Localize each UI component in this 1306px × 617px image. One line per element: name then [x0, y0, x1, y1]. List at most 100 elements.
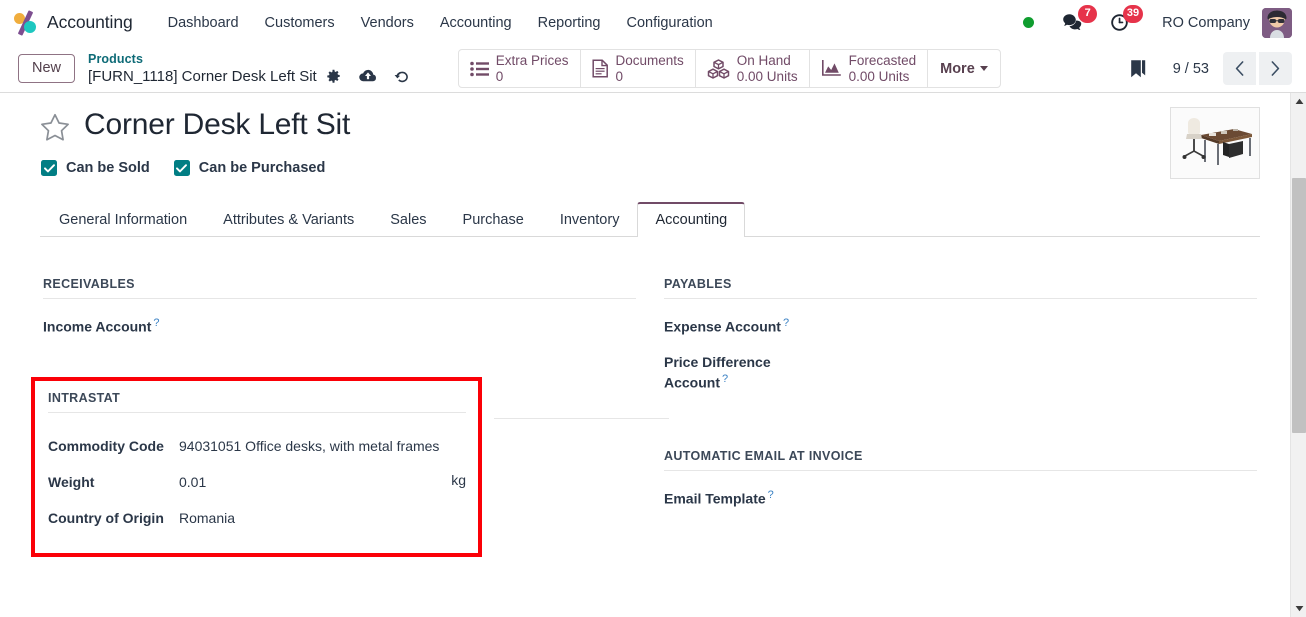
stat-value: 0 [615, 68, 624, 84]
field-value[interactable] [173, 315, 636, 334]
page-title[interactable]: Corner Desk Left Sit [84, 107, 350, 143]
bookmark-icon[interactable] [1129, 59, 1147, 79]
star-outline-icon[interactable] [40, 113, 70, 147]
checkbox-label: Can be Sold [66, 160, 150, 176]
form-column-right: PAYABLES Expense Account? Price Differen… [664, 277, 1257, 587]
undo-icon[interactable] [394, 69, 410, 84]
field-label-text: Expense Account [664, 318, 781, 335]
vertical-scrollbar[interactable] [1290, 93, 1306, 617]
form-sheet: Corner Desk Left Sit Can be Sold Can be … [0, 93, 1306, 617]
new-record-button[interactable]: New [18, 53, 76, 84]
checkbox-label: Can be Purchased [198, 160, 326, 176]
menu-item-accounting[interactable]: Accounting [427, 9, 525, 37]
help-tooltip-icon[interactable]: ? [768, 489, 774, 501]
pager-buttons [1223, 52, 1292, 85]
product-image[interactable] [1170, 107, 1260, 179]
menu-item-configuration[interactable]: Configuration [613, 9, 725, 37]
tab-purchase[interactable]: Purchase [445, 202, 542, 237]
field-value[interactable] [794, 351, 1257, 370]
navbar-right-actions: 7 39 RO Company [1023, 4, 1292, 40]
field-label: Weight [48, 474, 95, 490]
form-sheet-container: Corner Desk Left Sit Can be Sold Can be … [0, 93, 1306, 617]
group-title: RECEIVABLES [43, 277, 636, 299]
pager-previous-button[interactable] [1223, 52, 1256, 85]
pager-next-button[interactable] [1259, 52, 1292, 85]
corner-desk-product-photo [1171, 108, 1259, 178]
gear-icon[interactable] [326, 69, 341, 84]
menu-item-reporting[interactable]: Reporting [525, 9, 614, 37]
control-panel-right: 9 / 53 [1129, 52, 1292, 85]
field-label-text: Email Template [664, 490, 766, 507]
menu-item-vendors[interactable]: Vendors [348, 9, 427, 37]
field-label: Income Account? [43, 315, 173, 337]
field-income-account: Income Account? [43, 311, 636, 347]
avatar[interactable] [1262, 7, 1292, 38]
checked-box-icon [173, 160, 190, 176]
cloud-upload-icon[interactable] [358, 69, 377, 83]
stat-value: 0.00 Units [736, 68, 798, 84]
checkbox-can-be-purchased[interactable]: Can be Purchased [173, 160, 326, 176]
pager-count[interactable]: 9 / 53 [1173, 61, 1209, 77]
stat-button-documents[interactable]: Documents 0 [581, 50, 696, 87]
tab-sales[interactable]: Sales [372, 202, 444, 237]
checked-box-icon [41, 160, 57, 176]
chevron-right-icon [1271, 61, 1280, 76]
messages-button[interactable]: 7 [1056, 4, 1098, 40]
scrollbar-thumb[interactable] [1292, 178, 1306, 433]
scroll-up-button[interactable] [1291, 93, 1306, 110]
intrastat-wrapper: INTRASTAT Commodity Code 94031051 Office… [31, 377, 669, 587]
stat-label: Forecasted [848, 52, 917, 68]
triangle-up-icon [1295, 98, 1303, 104]
tab-inventory[interactable]: Inventory [542, 202, 638, 237]
brand-home-link[interactable]: Accounting [12, 9, 133, 36]
help-tooltip-icon[interactable]: ? [153, 317, 159, 329]
user-avatar-icon [1262, 7, 1292, 38]
form-column-left: RECEIVABLES Income Account? INTRASTAT Co… [31, 277, 669, 587]
group-intrastat: INTRASTAT Commodity Code 94031051 Office… [31, 377, 482, 557]
main-menu: Dashboard Customers Vendors Accounting R… [155, 9, 726, 37]
field-value[interactable]: 94031051 Office desks, with metal frames [179, 435, 466, 456]
help-tooltip-icon[interactable]: ? [783, 317, 789, 329]
stat-buttons: Extra Prices 0 Documents 0 On Hand 0.00 … [457, 49, 1001, 88]
breadcrumb-parent-products[interactable]: Products [88, 52, 410, 66]
field-expense-account: Expense Account? [664, 311, 1257, 347]
field-label: Price Difference Account? [664, 351, 794, 393]
checkbox-can-be-sold[interactable]: Can be Sold [41, 160, 150, 176]
tab-general-information[interactable]: General Information [41, 202, 205, 237]
document-icon [591, 59, 608, 78]
field-country-of-origin: Country of Origin Romania [48, 501, 466, 537]
app-name: Accounting [47, 12, 133, 32]
menu-item-customers[interactable]: Customers [252, 9, 348, 37]
group-receivables: RECEIVABLES Income Account? [43, 277, 636, 347]
field-value[interactable]: Romania [179, 507, 466, 528]
field-label-text: Price Difference Account [664, 354, 771, 391]
activities-badge: 39 [1122, 4, 1144, 23]
stat-button-forecasted[interactable]: Forecasted 0.00 Units [810, 50, 929, 87]
more-stat-buttons-dropdown[interactable]: More [928, 50, 1000, 87]
help-tooltip-icon[interactable]: ? [722, 373, 728, 385]
field-label: Country of Origin [48, 510, 164, 526]
group-title: AUTOMATIC EMAIL AT INVOICE [664, 449, 1257, 472]
group-automatic-email-at-invoice: AUTOMATIC EMAIL AT INVOICE Email Templat… [664, 449, 1257, 519]
tab-accounting[interactable]: Accounting [637, 202, 746, 237]
notebook-tabs: General Information Attributes & Variant… [40, 201, 1260, 237]
scroll-down-button[interactable] [1291, 600, 1306, 617]
stat-button-extra-prices[interactable]: Extra Prices 0 [459, 50, 581, 87]
field-unit-suffix: kg [451, 472, 466, 488]
menu-item-dashboard[interactable]: Dashboard [155, 9, 252, 37]
company-switcher[interactable]: RO Company [1162, 15, 1250, 31]
group-divider [494, 418, 669, 419]
record-title-row: Corner Desk Left Sit [40, 107, 1260, 147]
chevron-left-icon [1235, 61, 1244, 76]
field-label-text: Income Account [43, 318, 152, 335]
stat-button-on-hand[interactable]: On Hand 0.00 Units [696, 50, 810, 87]
record-flags: Can be Sold Can be Purchased [41, 160, 1260, 176]
chevron-down-icon [979, 66, 988, 71]
field-label: Email Template? [664, 487, 794, 509]
tab-attributes-variants[interactable]: Attributes & Variants [205, 202, 372, 237]
field-value[interactable]: 0.01 [179, 471, 443, 492]
field-email-template: Email Template? [664, 483, 1257, 519]
activities-button[interactable]: 39 [1102, 4, 1144, 40]
field-value[interactable] [794, 315, 1257, 334]
field-value[interactable] [794, 487, 1257, 506]
